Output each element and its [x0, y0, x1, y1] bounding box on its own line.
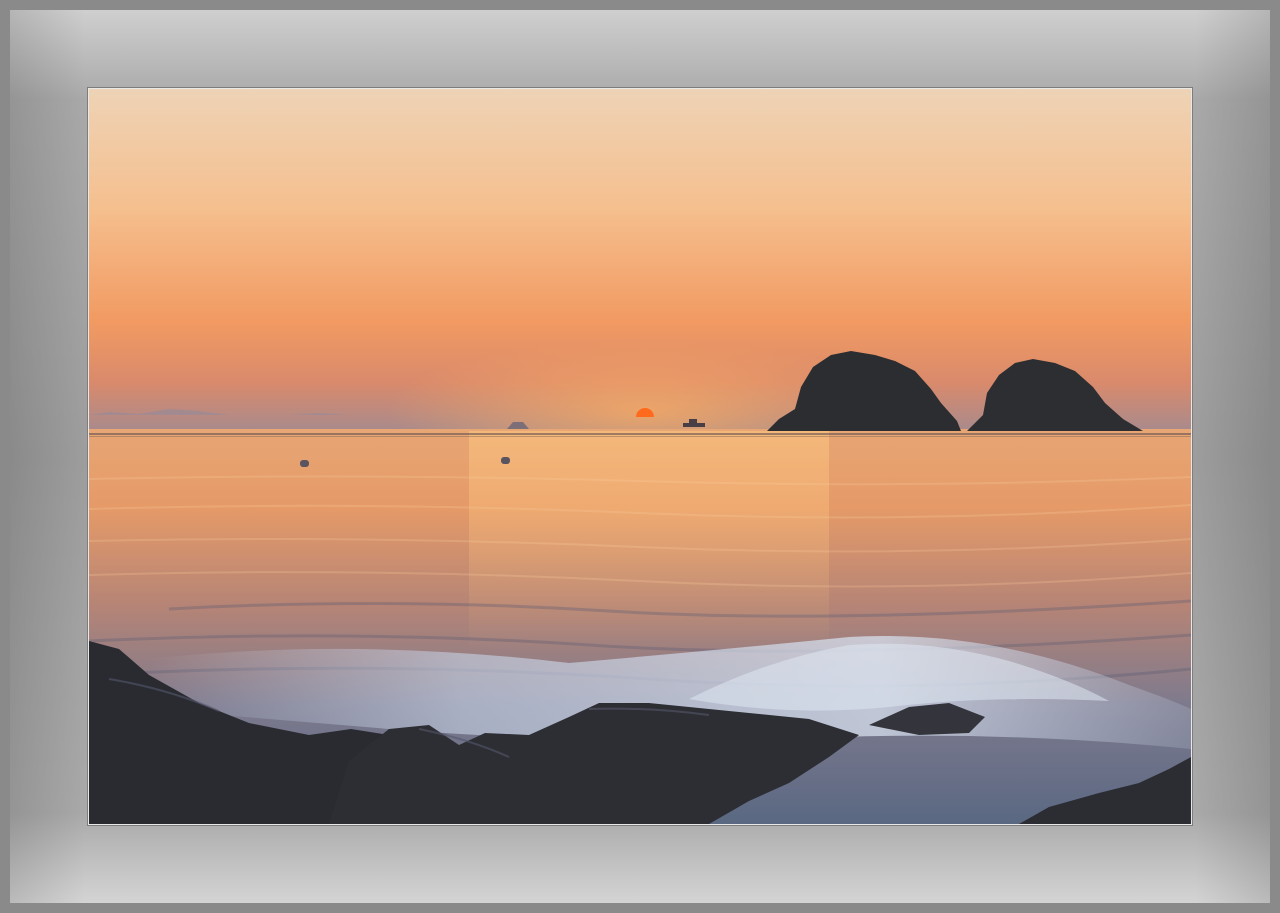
buoy-1 — [300, 460, 309, 467]
buoy-2 — [501, 457, 510, 464]
boat — [683, 423, 705, 427]
boat-cabin — [689, 419, 697, 423]
buoy-line — [89, 433, 1191, 437]
photo-canvas — [89, 89, 1191, 824]
sunset-photo — [88, 88, 1192, 825]
sun-reflection — [469, 431, 829, 651]
